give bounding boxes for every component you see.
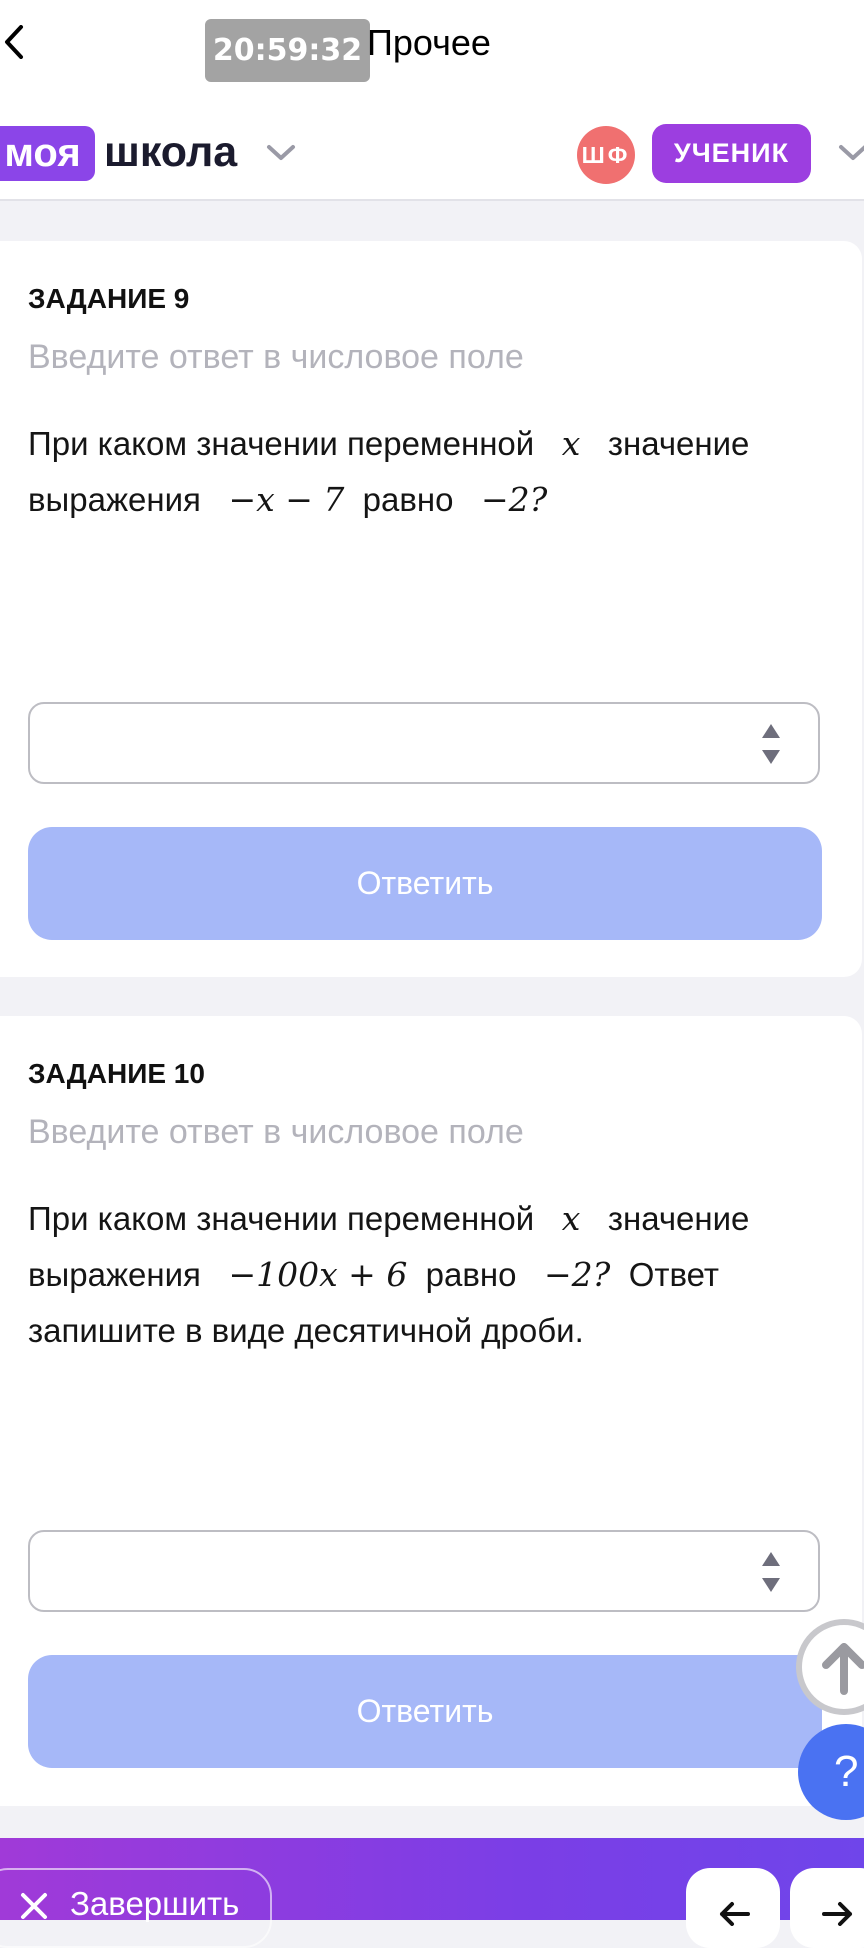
- next-button[interactable]: [790, 1868, 864, 1948]
- task-hint: Введите ответ в числовое поле: [28, 1113, 524, 1151]
- role-badge[interactable]: УЧЕНИК: [652, 124, 811, 183]
- finish-label: Завершить: [70, 1885, 240, 1922]
- task-card: ЗАДАНИЕ 10 Введите ответ в числовое поле…: [0, 1016, 862, 1806]
- close-icon: [21, 1893, 47, 1919]
- question-text: равно: [362, 481, 454, 518]
- submit-button[interactable]: Ответить: [28, 827, 822, 940]
- avatar[interactable]: ШФ: [577, 126, 635, 184]
- math-expression: x: [561, 1199, 581, 1238]
- finish-button[interactable]: Завершить: [0, 1868, 272, 1948]
- arrow-right-icon: [822, 1902, 852, 1926]
- bottom-bar: Завершить: [0, 1838, 864, 1948]
- logo-badge[interactable]: моя: [0, 126, 95, 181]
- scroll-to-top-button[interactable]: [796, 1619, 864, 1715]
- prev-button[interactable]: [686, 1868, 780, 1948]
- math-expression: −x − 7: [228, 480, 345, 519]
- logo-text[interactable]: школа: [104, 122, 237, 182]
- arrow-left-icon: [720, 1902, 750, 1926]
- task-hint: Введите ответ в числовое поле: [28, 338, 524, 376]
- math-expression: x: [561, 424, 581, 463]
- task-question: При каком значении переменной x значение…: [28, 416, 828, 528]
- answer-field[interactable]: [50, 718, 734, 770]
- question-text: При каком значении переменной: [28, 1200, 535, 1237]
- question-text: равно: [425, 1256, 517, 1293]
- task-title: ЗАДАНИЕ 10: [28, 1058, 205, 1089]
- submit-button[interactable]: Ответить: [28, 1655, 822, 1768]
- task-question: При каком значении переменной x значение…: [28, 1191, 828, 1359]
- math-expression: −2?: [481, 480, 548, 519]
- math-expression: −100x + 6: [228, 1255, 408, 1294]
- top-bar: 20:59:32 Прочее: [0, 0, 864, 84]
- question-text: При каком значении переменной: [28, 425, 535, 462]
- task-card: ЗАДАНИЕ 9 Введите ответ в числовое поле …: [0, 241, 862, 977]
- arrow-up-icon: [822, 1643, 864, 1695]
- answer-input[interactable]: [28, 1530, 820, 1612]
- app-header: моя школа ШФ УЧЕНИК: [0, 84, 864, 201]
- back-button[interactable]: [0, 16, 36, 70]
- task-title: ЗАДАНИЕ 9: [28, 283, 190, 314]
- chevron-left-icon: [5, 25, 23, 59]
- answer-input[interactable]: [28, 702, 820, 784]
- stepper-icon[interactable]: [760, 1548, 782, 1596]
- answer-field[interactable]: [50, 1546, 734, 1598]
- math-expression: −2?: [544, 1255, 611, 1294]
- screen-title: Прочее: [367, 22, 491, 63]
- chevron-down-icon[interactable]: [266, 144, 296, 162]
- stepper-icon[interactable]: [760, 720, 782, 768]
- clock-badge: 20:59:32: [205, 19, 370, 82]
- chevron-down-icon[interactable]: [838, 144, 864, 162]
